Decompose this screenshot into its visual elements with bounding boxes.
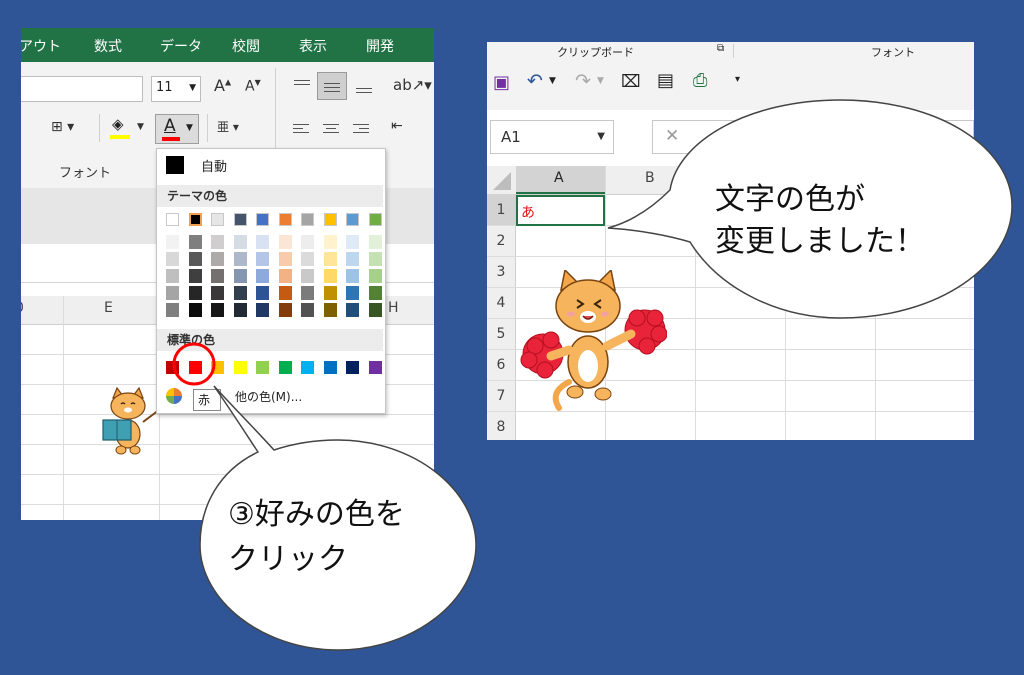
right-callout-line-2: 変更しました！ — [715, 224, 925, 259]
right-callout-line-1: 文字の色が — [715, 182, 865, 217]
left-callout-line-1: ③好みの色を — [228, 497, 405, 532]
callout-layer — [199, 99, 1013, 651]
left-callout-line-2: クリック — [228, 542, 348, 577]
